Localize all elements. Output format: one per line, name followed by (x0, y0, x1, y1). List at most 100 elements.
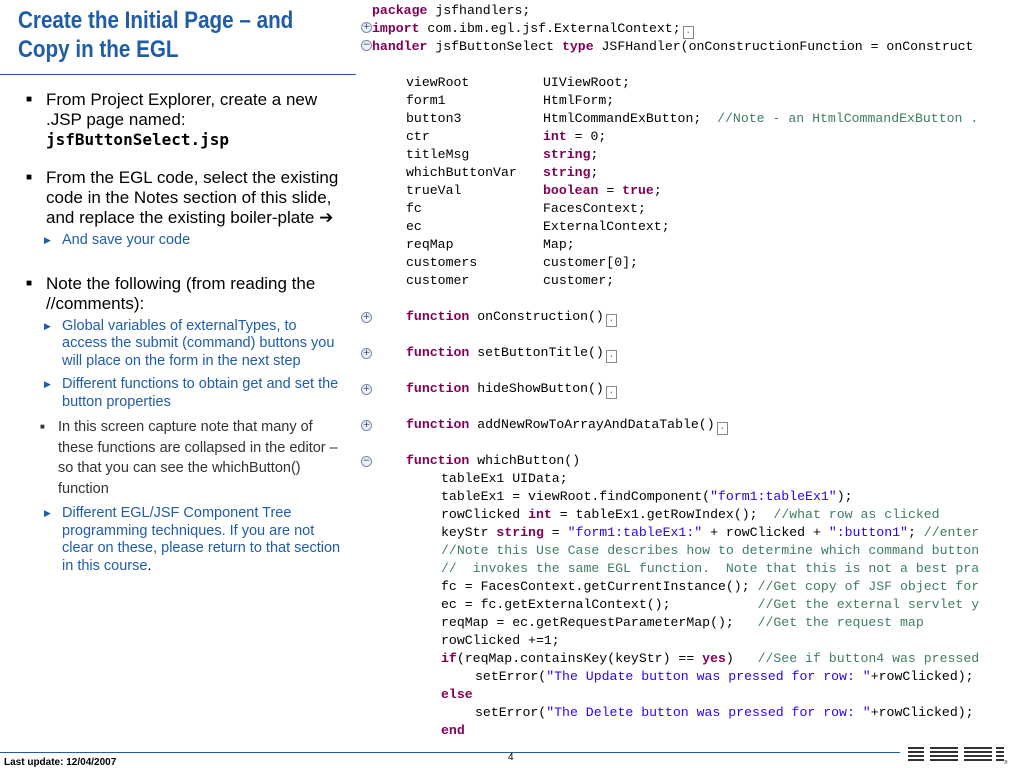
code-keyword: function (406, 381, 470, 396)
function-name: onConstruction() (469, 309, 604, 324)
collapsed-code-marker-icon[interactable]: . (605, 386, 617, 399)
code-text: +rowClicked); (870, 669, 974, 684)
code-text: tableEx1 UIData; (441, 471, 568, 486)
code-text: jsfButtonSelect (427, 39, 562, 54)
collapsed-code-marker-icon[interactable]: . (605, 350, 617, 363)
decl-type: UIViewRoot; (543, 74, 630, 92)
code-text: ; (590, 165, 599, 180)
jsp-filename: jsfButtonSelect.jsp (46, 130, 230, 149)
code-line: ec = fc.getExternalContext(); //Get the … (441, 596, 979, 614)
sub-bullet-period: . (147, 557, 152, 574)
minus-circle-icon[interactable]: − (361, 456, 372, 467)
code-text: fc = FacesContext.getCurrentInstance(); (441, 579, 758, 594)
code-comment: // invokes the same EGL function. Note t… (441, 561, 980, 576)
code-text: setError( (475, 669, 547, 684)
editor-gutter: + − + + + + − (358, 0, 372, 746)
minus-circle-icon[interactable]: − (361, 40, 372, 51)
code-keyword: string (496, 525, 544, 540)
function-name: setButtonTitle() (469, 345, 604, 360)
code-text: = (543, 525, 568, 540)
decl-type-text: customer; (543, 273, 615, 288)
code-text: JSFHandler(onConstructionFunction = onCo… (593, 39, 974, 54)
decl-line: customers (406, 254, 477, 272)
code-keyword: string (543, 147, 591, 162)
decl-name: form1 (406, 93, 446, 108)
egl-code-editor[interactable]: + − + + + + − package jsfhandlers; impor… (358, 0, 1024, 746)
decl-type-text: HtmlCommandExButton; (543, 111, 702, 126)
collapsed-code-marker-icon[interactable]: . (605, 314, 617, 327)
svg-text:®: ® (1004, 759, 1008, 765)
code-line: setError("The Delete button was pressed … (475, 704, 974, 722)
decl-name: viewRoot (406, 75, 470, 90)
collapsed-code-marker-icon[interactable]: . (716, 422, 728, 435)
code-text: ; (590, 147, 599, 162)
bullet-text: From the EGL code, select the existing c… (46, 168, 339, 227)
decl-type: ExternalContext; (543, 218, 670, 236)
code-keyword: else (441, 687, 473, 702)
code-text: ) (725, 651, 758, 666)
code-text: ); (836, 489, 853, 504)
function-hideshowbutton: function hideShowButton(). (406, 380, 617, 399)
sub-bullet-text: Different EGL/JSF Component Tree program… (62, 505, 341, 574)
decl-name: whichButtonVar (406, 165, 517, 180)
code-text: = tableEx1.getRowIndex(); (551, 507, 774, 522)
function-whichbutton: function whichButton() (406, 452, 580, 470)
plus-circle-icon[interactable]: + (361, 348, 372, 359)
sub-bullet-functions: ▶ Different functions to obtain get and … (22, 376, 342, 411)
decl-line: customer (406, 272, 469, 290)
code-keyword: package (372, 3, 428, 18)
code-keyword: end (441, 723, 465, 738)
bullet-note-following: ■ Note the following (from reading the /… (22, 274, 342, 314)
plus-circle-icon[interactable]: + (361, 312, 372, 323)
code-text: jsfhandlers; (427, 3, 531, 18)
code-text: com.ibm.egl.jsf.ExternalContext; (419, 21, 681, 36)
ibm-logo-icon: ® (908, 745, 1008, 765)
code-text: setError( (475, 705, 547, 720)
decl-type-text: FacesContext; (543, 201, 646, 216)
code-keyword: function (406, 309, 470, 324)
sub-sub-bullet-collapsed: ■ In this screen capture note that many … (0, 417, 342, 499)
code-line: rowClicked int = tableEx1.getRowIndex();… (441, 506, 940, 524)
code-text: rowClicked (441, 507, 529, 522)
sub-bullet-text: And save your code (62, 232, 191, 248)
code-keyword: handler (372, 39, 428, 54)
code-text: ec = fc.getExternalContext(); (441, 597, 758, 612)
code-text: tableEx1 = viewRoot.findComponent( (441, 489, 711, 504)
decl-name: button3 (406, 111, 462, 126)
plus-circle-icon[interactable]: + (361, 22, 372, 33)
function-setbuttontitle: function setButtonTitle(). (406, 344, 617, 363)
function-name: whichButton() (469, 453, 581, 468)
arrow-right-icon: ➔ (319, 208, 334, 228)
code-text: rowClicked +=1; (441, 633, 560, 648)
sub-sub-bullet-text: In this screen capture note that many of… (58, 419, 338, 497)
decl-type: boolean = true; (543, 182, 662, 200)
code-keyword: int (543, 129, 567, 144)
code-keyword: import (372, 21, 420, 36)
sub-bullet-save: ▶ And save your code (22, 232, 342, 250)
plus-circle-icon[interactable]: + (361, 384, 372, 395)
code-string: "form1:tableEx1" (710, 489, 837, 504)
function-name: addNewRowToArrayAndDataTable() (469, 417, 715, 432)
sub-bullet-techniques: ▶ Different EGL/JSF Component Tree progr… (22, 505, 342, 575)
code-keyword: int (528, 507, 552, 522)
code-text: (reqMap.containsKey(keyStr) == (456, 651, 703, 666)
decl-line: fc (406, 200, 422, 218)
function-name: hideShowButton() (469, 381, 604, 396)
plus-circle-icon[interactable]: + (361, 420, 372, 431)
function-addnewrow: function addNewRowToArrayAndDataTable(). (406, 416, 728, 435)
last-update-text: Last update: 12/04/2007 (4, 757, 117, 768)
code-keyword: string (543, 165, 591, 180)
decl-name: reqMap (406, 237, 454, 252)
code-comment: //Get copy of JSF object for (757, 579, 980, 594)
decl-type: int = 0; (543, 128, 606, 146)
code-comment: //Get the external servlet y (757, 597, 980, 612)
decl-type-text: customer[0]; (543, 255, 638, 270)
decl-name: trueVal (406, 183, 462, 198)
decl-type: string; (543, 164, 598, 182)
decl-name: ctr (406, 129, 430, 144)
decl-type-text: ExternalContext; (543, 219, 670, 234)
decl-name: customers (406, 255, 478, 270)
decl-line: trueVal (406, 182, 461, 200)
code-keyword: function (406, 345, 470, 360)
code-text: + rowClicked + (702, 525, 829, 540)
